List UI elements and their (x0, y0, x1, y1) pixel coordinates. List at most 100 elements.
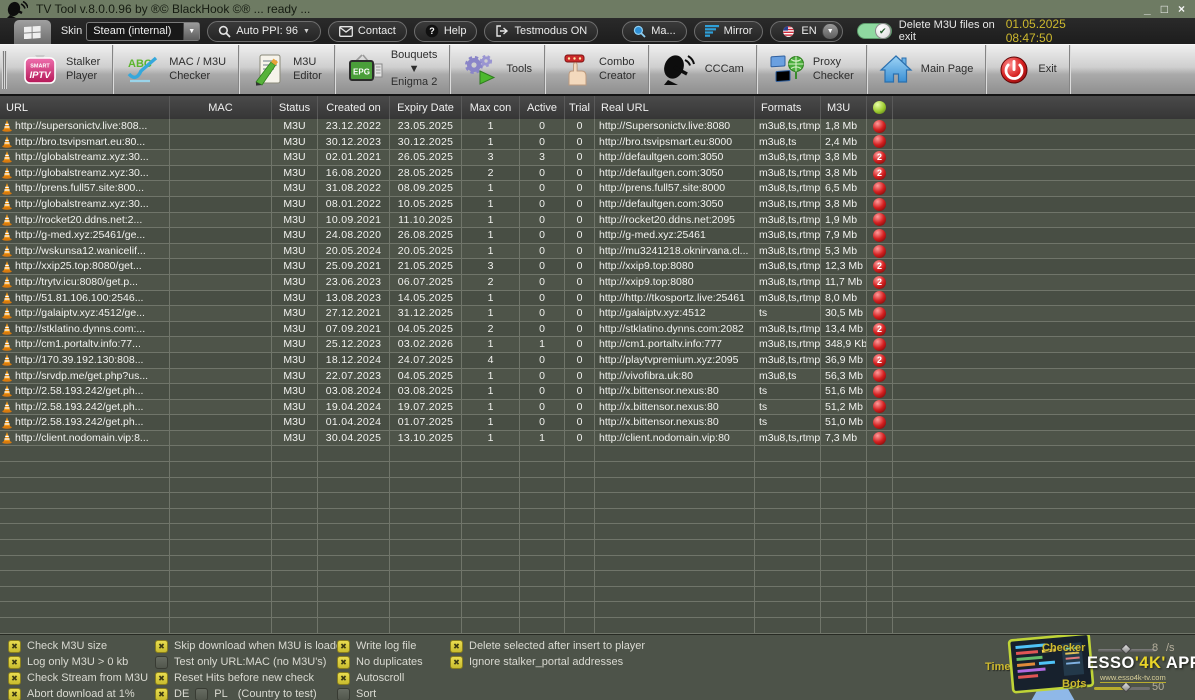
real-url-cell: http://vivofibra.uk:80 (595, 369, 755, 385)
red-led-icon: 2 (873, 323, 886, 336)
windows-tab[interactable] (14, 20, 51, 44)
checkbox-skip-download-when-m3u-is-loaded[interactable]: ✖ (155, 640, 168, 653)
cell (170, 353, 272, 369)
cell: 8,0 Mb (821, 291, 867, 307)
table-row[interactable]: http://stklatino.dynns.com:...M3U07.09.2… (0, 322, 1195, 338)
bots-slider[interactable] (1094, 687, 1150, 690)
column-header-url[interactable]: URL (0, 96, 170, 119)
red-led-icon (873, 198, 886, 211)
checkbox-reset-hits-before-new-check[interactable]: ✖ (155, 672, 168, 685)
table-row[interactable]: http://prens.full57.site:800...M3U31.08.… (0, 181, 1195, 197)
footer-panel: ✖Check M3U size✖Log only M3U > 0 kb✖Chec… (0, 634, 1195, 700)
table-row[interactable]: http://srvdp.me/get.php?us...M3U22.07.20… (0, 369, 1195, 385)
help-button[interactable]: ? Help (414, 21, 478, 42)
table-row[interactable]: http://2.58.193.242/get.ph...M3U19.04.20… (0, 400, 1195, 416)
cone-icon (2, 276, 12, 288)
cell: M3U (272, 259, 318, 275)
mirror-button[interactable]: Mirror (694, 21, 764, 42)
chevron-down-icon[interactable]: ▼ (183, 23, 199, 40)
proxy-checker-button[interactable]: Proxy Checker (757, 45, 867, 94)
ribbon-button-label: Main Page (921, 63, 974, 77)
auto-ppi-button[interactable]: Auto PPI: 96 ▼ (207, 21, 321, 42)
column-header-maxcon[interactable]: Max con (462, 96, 520, 119)
export-arrow-icon (495, 25, 509, 37)
mac-m3u-checker-button[interactable]: ABC MAC / M3U Checker (113, 45, 239, 94)
table-row[interactable]: http://rocket20.ddns.net:2...M3U10.09.20… (0, 213, 1195, 229)
main-page-button[interactable]: Main Page (867, 45, 987, 94)
column-header-formats[interactable]: Formats (755, 96, 821, 119)
language-select[interactable]: EN ▼ (770, 21, 842, 42)
table-row[interactable]: http://wskunsa12.wanicelif...M3U20.05.20… (0, 244, 1195, 260)
column-header-status[interactable]: Status (272, 96, 318, 119)
table-row[interactable]: http://xxip25.top:8080/get...M3U25.09.20… (0, 259, 1195, 275)
table-row[interactable]: http://client.nodomain.vip:8...M3U30.04.… (0, 431, 1195, 447)
table-row[interactable]: http://globalstreamz.xyz:30...M3U08.01.2… (0, 197, 1195, 213)
cone-icon (2, 370, 12, 382)
chevron-down-icon[interactable]: ▼ (822, 24, 838, 39)
bouquets-enigma2-button[interactable]: EPG Bouquets ▼ Enigma 2 (335, 45, 450, 94)
cell: 11.10.2025 (390, 213, 462, 229)
testmodus-button[interactable]: Testmodus ON (484, 21, 598, 42)
table-row[interactable]: http://170.39.192.130:808...M3U18.12.202… (0, 353, 1195, 369)
speed-slider[interactable] (1098, 649, 1156, 652)
column-header-led[interactable] (867, 96, 893, 119)
checkbox-de[interactable]: ✖ (155, 688, 168, 700)
slider-thumb[interactable] (1120, 643, 1131, 654)
cell (170, 291, 272, 307)
table-row[interactable]: http://2.58.193.242/get.ph...M3U03.08.20… (0, 384, 1195, 400)
checkbox-pl[interactable] (195, 688, 208, 700)
minimize-button[interactable]: _ (1144, 1, 1151, 17)
checkbox-check-m3u-size[interactable]: ✖ (8, 640, 21, 653)
cccam-button[interactable]: CCCam (649, 45, 757, 94)
column-header-expiry[interactable]: Expiry Date (390, 96, 462, 119)
checkbox-no-duplicates[interactable]: ✖ (337, 656, 350, 669)
cell: 1 (520, 337, 565, 353)
column-header-m3u[interactable]: M3U (821, 96, 867, 119)
top-toolbar: Skin Steam (internal) ▼ Auto PPI: 96 ▼ C… (0, 18, 1195, 44)
combo-creator-button[interactable]: Combo Creator (545, 45, 649, 94)
skin-select[interactable]: Steam (internal) ▼ (86, 22, 200, 41)
table-row[interactable]: http://supersonictv.live:808...M3U23.12.… (0, 119, 1195, 135)
ma-button[interactable]: Ma... (622, 21, 686, 42)
checkbox-label: Autoscroll (356, 672, 404, 684)
table-row[interactable]: http://bro.tsvipsmart.eu:80...M3U30.12.2… (0, 135, 1195, 151)
table-row[interactable]: http://51.81.106.100:2546...M3U13.08.202… (0, 291, 1195, 307)
cell: 26.05.2025 (390, 150, 462, 166)
column-header-active[interactable]: Active (520, 96, 565, 119)
power-icon (998, 54, 1030, 86)
table-row[interactable]: http://trytv.icu:8080/get.p...M3U23.06.2… (0, 275, 1195, 291)
checkbox-delete-selected-after-insert-to-player[interactable]: ✖ (450, 640, 463, 653)
checkbox-write-log-file[interactable]: ✖ (337, 640, 350, 653)
table-row[interactable]: http://galaiptv.xyz:4512/ge...M3U27.12.2… (0, 306, 1195, 322)
table-row[interactable]: http://g-med.xyz:25461/ge...M3U24.08.202… (0, 228, 1195, 244)
real-url-cell: http://xxip9.top:8080 (595, 275, 755, 291)
maximize-button[interactable]: □ (1161, 1, 1168, 17)
slider-thumb[interactable] (1120, 681, 1131, 692)
m3u-editor-button[interactable]: M3U Editor (239, 45, 335, 94)
real-url-cell: http://x.bittensor.nexus:80 (595, 415, 755, 431)
column-header-mac[interactable]: MAC (170, 96, 272, 119)
column-header-realurl[interactable]: Real URL (595, 96, 755, 119)
tools-button[interactable]: Tools (450, 45, 545, 94)
checkbox-test-only-url-mac-no-m3u-s[interactable] (155, 656, 168, 669)
checkbox-sort[interactable] (337, 688, 350, 700)
table-row[interactable]: http://globalstreamz.xyz:30...M3U02.01.2… (0, 150, 1195, 166)
table-row[interactable]: http://2.58.193.242/get.ph...M3U01.04.20… (0, 415, 1195, 431)
exit-button[interactable]: Exit (986, 45, 1069, 94)
checkbox-autoscroll[interactable]: ✖ (337, 672, 350, 685)
checkbox-ignore-stalker-portal-addresses[interactable]: ✖ (450, 656, 463, 669)
column-header-trial[interactable]: Trial (565, 96, 595, 119)
checkbox-check-stream-from-m3u[interactable]: ✖ (8, 672, 21, 685)
stalker-player-button[interactable]: SMARTIPTV Stalker Player (10, 45, 113, 94)
table-row[interactable]: http://globalstreamz.xyz:30...M3U16.08.2… (0, 166, 1195, 182)
checkbox-log-only-m3u-0-kb[interactable]: ✖ (8, 656, 21, 669)
column-header-created[interactable]: Created on (318, 96, 390, 119)
checkbox-abort-download-at-1[interactable]: ✖ (8, 688, 21, 700)
close-button[interactable]: × (1178, 1, 1185, 17)
cone-icon (2, 432, 12, 444)
help-label: Help (444, 25, 467, 37)
delete-m3u-toggle[interactable]: ✔ (857, 23, 892, 39)
contact-button[interactable]: Contact (328, 21, 407, 42)
cell: 36,9 Mb (821, 353, 867, 369)
table-row[interactable]: http://cm1.portaltv.info:77...M3U25.12.2… (0, 337, 1195, 353)
